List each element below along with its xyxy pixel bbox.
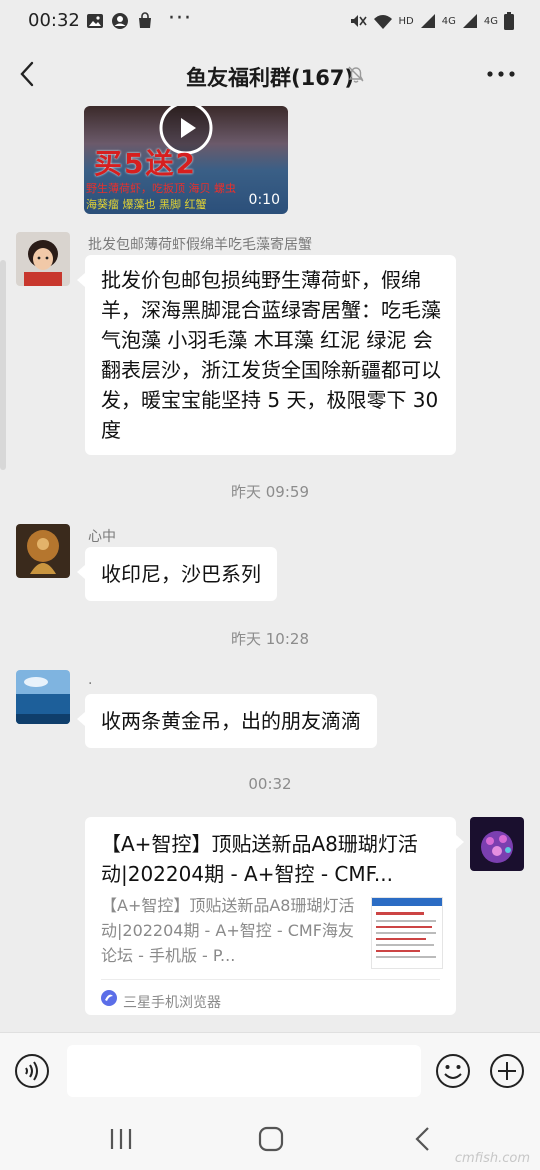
- link-card-source: 三星手机浏览器: [123, 995, 221, 1011]
- gallery-icon: [87, 14, 103, 28]
- browser-icon: [101, 990, 117, 1006]
- avatar[interactable]: [16, 232, 70, 286]
- recent-apps-icon[interactable]: [108, 1128, 134, 1150]
- message-input[interactable]: [67, 1045, 421, 1097]
- status-right-group: HD 4G 4G: [349, 11, 514, 31]
- video-message[interactable]: 买5送2 野生薄荷虾，吃扳顶 海贝 螺虫 海葵瘤 爆藻也 黑脚 红蟹 0:10: [84, 106, 288, 214]
- message-bubble[interactable]: 收印尼，沙巴系列: [77, 547, 277, 601]
- timestamp: 00:32: [248, 775, 292, 793]
- message-bubble[interactable]: 批发价包邮包损纯野生薄荷虾，假绵羊，深海黑脚混合蓝绿寄居蟹：吃毛藻 气泡藻 小羽…: [77, 255, 456, 455]
- link-card-description: 【A+智控】顶贴送新品A8珊瑚灯活动|202204期 - A+智控 - CMF海…: [101, 896, 355, 965]
- link-card-thumbnail: [371, 897, 443, 969]
- chat-title: 鱼友福利群(167): [185, 66, 355, 90]
- avatar-buddha-icon: [16, 524, 70, 578]
- video-promo-text: 买5送2: [94, 147, 197, 180]
- timestamp: 昨天 09:59: [231, 483, 309, 501]
- avatar-girl-icon: [16, 232, 70, 286]
- status-time: 00:32: [28, 10, 80, 31]
- video-caption-line2: 海葵瘤 爆藻也 黑脚 红蟹: [86, 198, 207, 211]
- avatar[interactable]: [470, 817, 524, 871]
- hd-label: HD: [398, 15, 414, 27]
- emoji-icon[interactable]: [435, 1053, 471, 1089]
- link-card-title: 【A+智控】顶贴送新品A8珊瑚灯活动|202204期 - A+智控 - CMF.…: [101, 832, 418, 886]
- thumbnail-icon: [372, 898, 442, 958]
- video-duration: 0:10: [248, 192, 280, 208]
- avatar[interactable]: [16, 670, 70, 724]
- link-card-divider: [101, 979, 440, 980]
- shopping-bag-icon: [139, 12, 151, 28]
- system-back-icon[interactable]: [412, 1126, 434, 1152]
- account-icon: [112, 13, 128, 29]
- avatar-ocean-icon: [16, 670, 70, 724]
- signal-icon-1: [420, 14, 435, 28]
- voice-input-icon[interactable]: [14, 1053, 50, 1089]
- network-label-1: 4G: [441, 15, 456, 27]
- sender-name: .: [88, 672, 93, 688]
- sender-name: 心中: [88, 529, 116, 545]
- battery-icon: [504, 12, 514, 30]
- video-caption-line1: 野生薄荷虾，吃扳顶 海贝 螺虫: [86, 182, 236, 195]
- status-bar: 00:32 ··· HD 4G 4G: [0, 0, 540, 42]
- signal-icon-2: [462, 14, 477, 28]
- system-navigation-bar: cmfish.com: [0, 1108, 540, 1170]
- more-notifications-icon: ···: [168, 6, 192, 31]
- avatar[interactable]: [16, 524, 70, 578]
- watermark: cmfish.com: [454, 1151, 530, 1166]
- sender-name: 批发包邮薄荷虾假绵羊吃毛藻寄居蟹: [88, 237, 312, 253]
- chat-header: 鱼友福利群(167): [0, 48, 540, 104]
- timestamp: 昨天 10:28: [231, 630, 309, 648]
- input-bar: [0, 1032, 540, 1109]
- link-card[interactable]: 【A+智控】顶贴送新品A8珊瑚灯活动|202204期 - A+智控 - CMF.…: [85, 817, 464, 1015]
- plus-icon[interactable]: [489, 1053, 525, 1089]
- scroll-indicator[interactable]: [0, 260, 6, 470]
- network-label-2: 4G: [483, 15, 498, 27]
- avatar-coral-icon: [470, 817, 524, 871]
- wifi-icon: [373, 15, 392, 29]
- home-icon[interactable]: [258, 1126, 284, 1152]
- mute-sound-icon: [350, 15, 367, 27]
- more-options-icon[interactable]: [486, 64, 516, 84]
- message-bubble[interactable]: 收两条黄金吊，出的朋友滴滴: [77, 694, 377, 748]
- mute-notifications-icon: [348, 66, 364, 83]
